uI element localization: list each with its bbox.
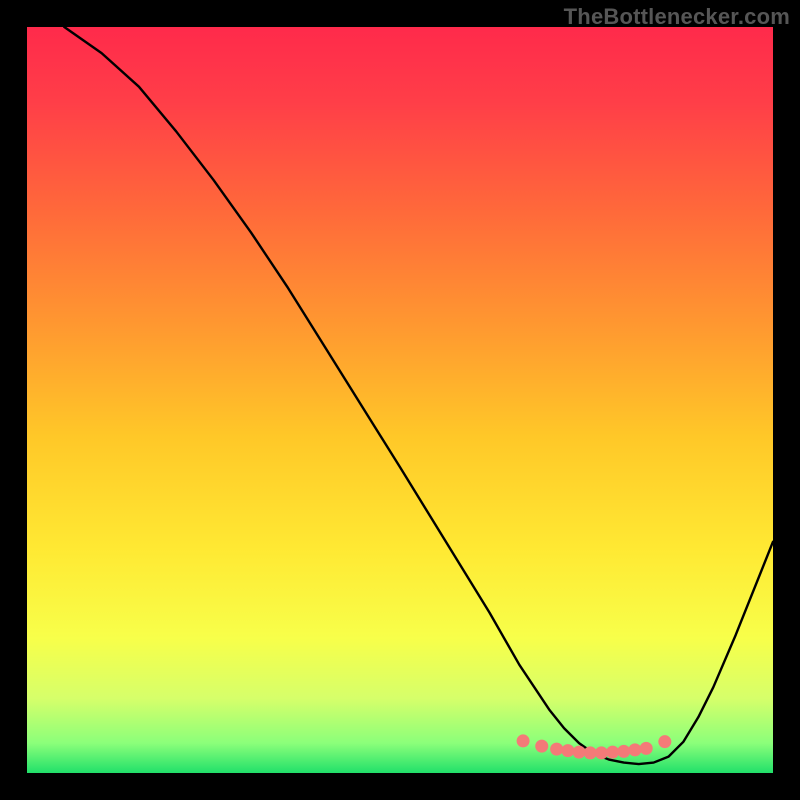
highlight-dot — [573, 746, 586, 759]
highlight-dot — [561, 744, 574, 757]
highlight-dot — [535, 740, 548, 753]
highlight-dot — [606, 746, 619, 759]
highlight-dot — [658, 735, 671, 748]
highlight-dot — [517, 734, 530, 747]
bottleneck-chart — [0, 0, 800, 800]
highlight-dot — [617, 745, 630, 758]
highlight-dot — [628, 743, 641, 756]
chart-container: TheBottlenecker.com — [0, 0, 800, 800]
highlight-dot — [640, 742, 653, 755]
highlight-dot — [595, 746, 608, 759]
watermark-text: TheBottlenecker.com — [564, 4, 790, 30]
highlight-dot — [550, 743, 563, 756]
gradient-background — [27, 27, 773, 773]
highlight-dot — [584, 746, 597, 759]
